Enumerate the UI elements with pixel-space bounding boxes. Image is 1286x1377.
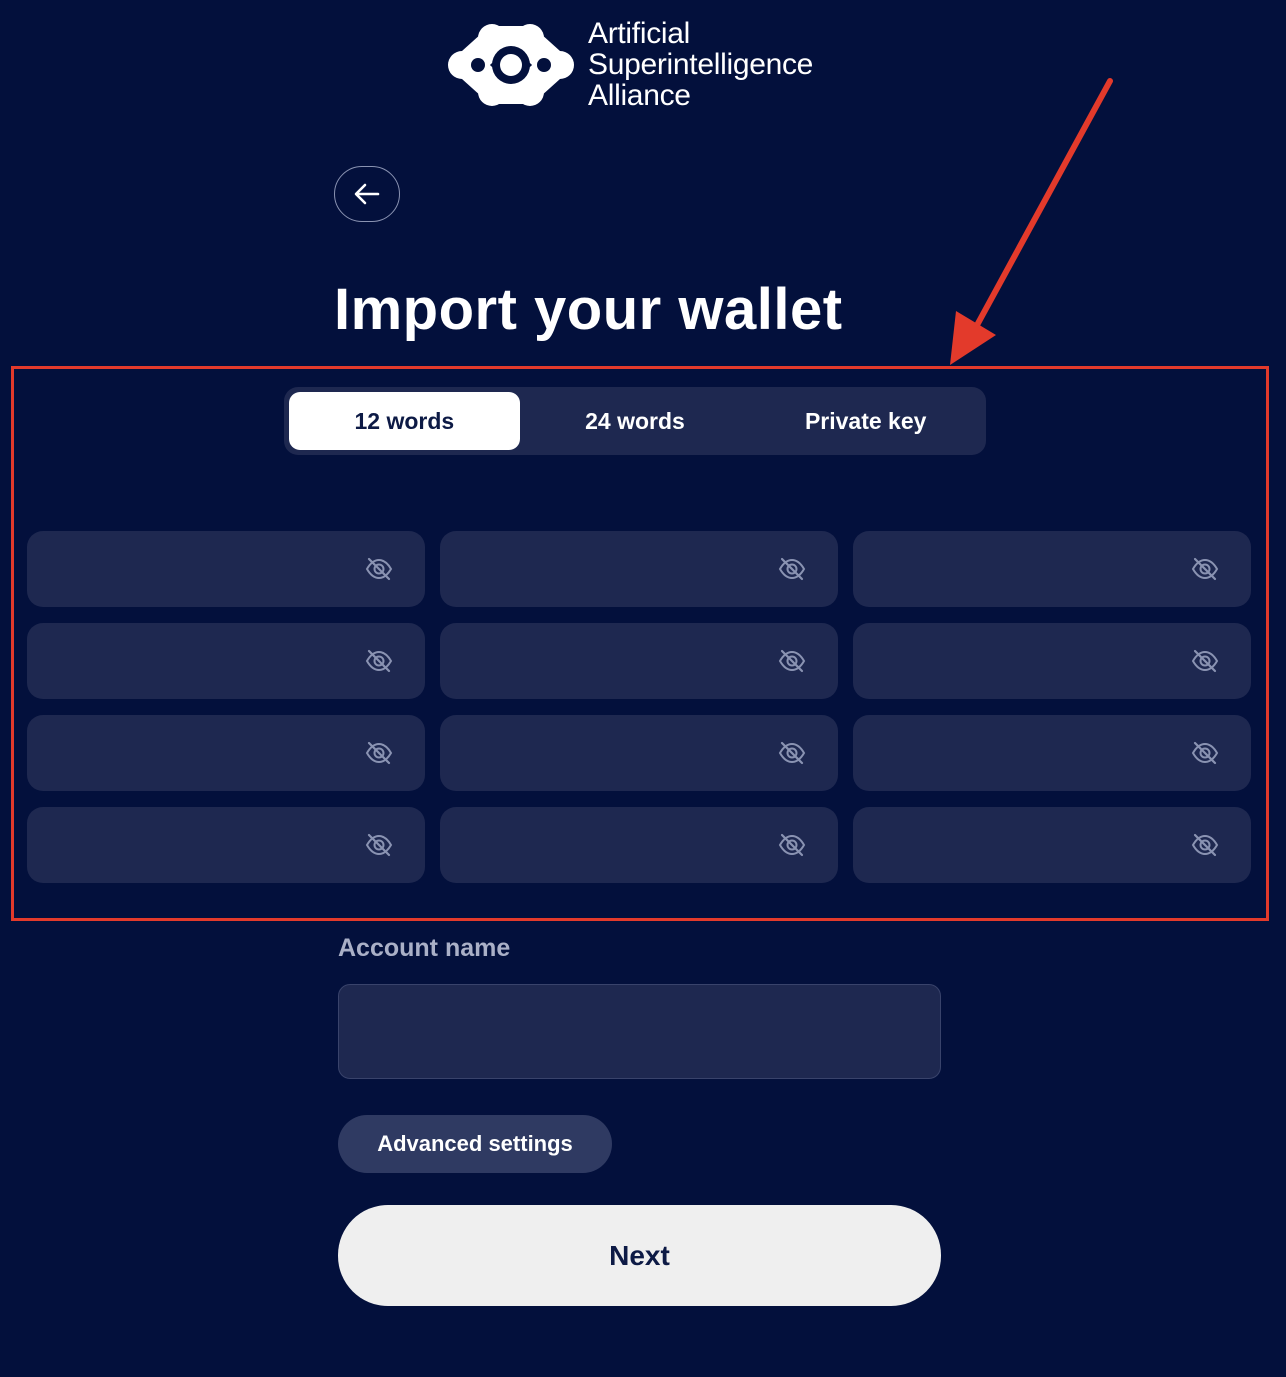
account-name-input[interactable]	[338, 984, 941, 1079]
brand-name-line-3: Alliance	[588, 79, 691, 112]
import-wallet-page: Artificial Superintelligence Alliance Im…	[0, 0, 1286, 1377]
import-method-tabs: 12 words 24 words Private key	[284, 387, 986, 455]
eye-off-icon[interactable]	[365, 557, 393, 581]
asi-alliance-logo-icon	[448, 24, 574, 106]
brand-name: Artificial Superintelligence Alliance	[588, 18, 813, 111]
word-field-5	[440, 623, 838, 699]
word-field-4	[27, 623, 425, 699]
word-field-2	[440, 531, 838, 607]
word-field-1	[27, 531, 425, 607]
word-field-8	[440, 715, 838, 791]
eye-off-icon[interactable]	[1191, 557, 1219, 581]
eye-off-icon[interactable]	[1191, 649, 1219, 673]
eye-off-icon[interactable]	[365, 741, 393, 765]
back-button[interactable]	[334, 166, 400, 222]
word-field-12	[853, 807, 1251, 883]
word-field-9	[853, 715, 1251, 791]
tab-12-words[interactable]: 12 words	[289, 392, 520, 450]
word-field-10	[27, 807, 425, 883]
next-button[interactable]: Next	[338, 1205, 941, 1306]
account-name-label: Account name	[338, 934, 511, 962]
eye-off-icon[interactable]	[1191, 833, 1219, 857]
word-field-11	[440, 807, 838, 883]
eye-off-icon[interactable]	[778, 649, 806, 673]
page-title: Import your wallet	[334, 277, 843, 342]
word-field-6	[853, 623, 1251, 699]
tab-private-key[interactable]: Private key	[750, 392, 981, 450]
tab-24-words[interactable]: 24 words	[520, 392, 751, 450]
mnemonic-word-grid	[27, 531, 1251, 883]
arrow-left-icon	[354, 183, 380, 205]
eye-off-icon[interactable]	[365, 833, 393, 857]
word-field-3	[853, 531, 1251, 607]
brand-name-line-1: Artificial	[588, 17, 691, 50]
word-field-7	[27, 715, 425, 791]
eye-off-icon[interactable]	[1191, 741, 1219, 765]
brand-name-line-2: Superintelligence	[588, 48, 814, 81]
eye-off-icon[interactable]	[778, 833, 806, 857]
eye-off-icon[interactable]	[778, 741, 806, 765]
eye-off-icon[interactable]	[365, 649, 393, 673]
brand-logo: Artificial Superintelligence Alliance	[446, 18, 813, 111]
eye-off-icon[interactable]	[778, 557, 806, 581]
advanced-settings-button[interactable]: Advanced settings	[338, 1115, 612, 1173]
annotation-arrow-icon	[950, 78, 1113, 365]
